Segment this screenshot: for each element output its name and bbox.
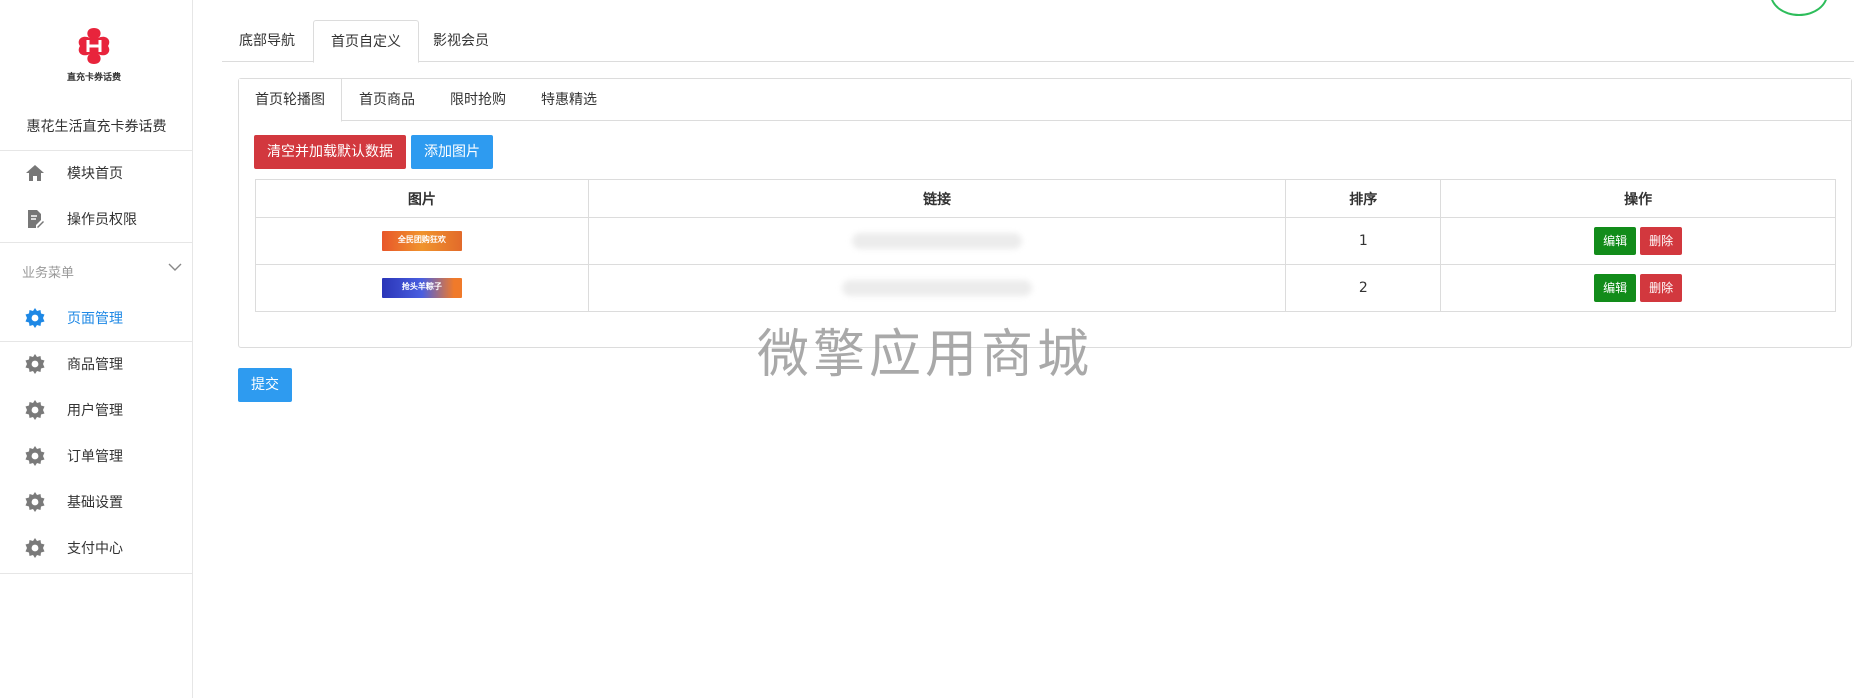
tab-special-offers[interactable]: 特惠精选 bbox=[525, 79, 613, 121]
sidebar: 直充卡券话费 惠花生活直充卡券话费 模块首页 操作员权限 业务菜单 页面管理 商… bbox=[0, 0, 193, 698]
column-header-image: 图片 bbox=[255, 179, 589, 218]
banner-thumbnail-text: 全民团购狂欢 bbox=[397, 235, 446, 244]
sort-cell: 1 bbox=[1285, 217, 1442, 265]
sidebar-item-page-management[interactable]: 页面管理 bbox=[0, 296, 193, 340]
sidebar-item-label: 页面管理 bbox=[67, 311, 123, 327]
gear-icon bbox=[24, 399, 46, 421]
actions-cell: 编辑 删除 bbox=[1440, 264, 1836, 312]
sidebar-item-label: 操作员权限 bbox=[67, 212, 137, 228]
sidebar-item-label: 基础设置 bbox=[67, 495, 123, 511]
sidebar-item-label: 支付中心 bbox=[67, 541, 123, 557]
sidebar-item-basic-settings[interactable]: 基础设置 bbox=[0, 480, 193, 524]
edit-button[interactable]: 编辑 bbox=[1594, 227, 1637, 255]
sidebar-divider bbox=[0, 573, 193, 574]
gear-icon bbox=[24, 491, 46, 513]
home-icon bbox=[24, 162, 46, 184]
edit-button[interactable]: 编辑 bbox=[1594, 274, 1637, 302]
tab-bottom-navigation[interactable]: 底部导航 bbox=[222, 20, 312, 62]
logo-text: 直充卡券话费 bbox=[66, 73, 121, 83]
sidebar-item-label: 用户管理 bbox=[67, 403, 123, 419]
status-badge bbox=[1770, 0, 1828, 16]
document-edit-icon bbox=[24, 208, 46, 230]
sort-cell: 2 bbox=[1285, 264, 1442, 312]
section-title-business: 业务菜单 bbox=[22, 266, 75, 281]
column-header-link: 链接 bbox=[587, 179, 1287, 218]
tab-homepage-carousel[interactable]: 首页轮播图 bbox=[239, 79, 342, 122]
gear-icon bbox=[24, 307, 46, 329]
banner-thumbnail-text: 抢头羊粽子 bbox=[401, 282, 442, 291]
redacted-link bbox=[842, 280, 1033, 296]
app-name: 惠花生活直充卡券话费 bbox=[26, 119, 167, 135]
sidebar-item-operator-permissions[interactable]: 操作员权限 bbox=[0, 197, 193, 241]
add-image-button[interactable]: 添加图片 bbox=[411, 135, 493, 169]
tab-video-membership[interactable]: 影视会员 bbox=[416, 20, 506, 62]
gear-icon bbox=[24, 353, 46, 375]
content-panel: 首页轮播图 首页商品 限时抢购 特惠精选 清空并加载默认数据 添加图片 图片 链… bbox=[238, 78, 1852, 348]
redacted-link bbox=[852, 233, 1023, 249]
column-header-actions: 操作 bbox=[1440, 179, 1836, 218]
sidebar-divider bbox=[0, 242, 193, 243]
top-tab-bar: 底部导航 首页自定义 影视会员 bbox=[222, 20, 1854, 63]
carousel-table: 图片 链接 排序 操作 全民团购狂欢 1 编辑 删除 抢头羊粽子 2 编辑 删除 bbox=[255, 179, 1836, 312]
table-row: 抢头羊粽子 2 编辑 删除 bbox=[255, 264, 1836, 312]
tab-flash-sale[interactable]: 限时抢购 bbox=[434, 79, 522, 121]
gear-icon bbox=[24, 445, 46, 467]
link-cell bbox=[587, 264, 1287, 312]
image-cell: 全民团购狂欢 bbox=[255, 217, 589, 265]
delete-button[interactable]: 删除 bbox=[1640, 274, 1683, 302]
logo: 直充卡券话费 bbox=[62, 24, 126, 94]
banner-thumbnail: 全民团购狂欢 bbox=[381, 231, 462, 251]
tab-homepage-products[interactable]: 首页商品 bbox=[343, 79, 431, 121]
sidebar-item-order-management[interactable]: 订单管理 bbox=[0, 434, 193, 478]
sidebar-item-label: 商品管理 bbox=[67, 357, 123, 373]
image-cell: 抢头羊粽子 bbox=[255, 264, 589, 312]
watermark: 微擎应用商城 bbox=[757, 325, 1094, 385]
delete-button[interactable]: 删除 bbox=[1640, 227, 1683, 255]
banner-thumbnail: 抢头羊粽子 bbox=[381, 278, 462, 298]
tab-homepage-custom[interactable]: 首页自定义 bbox=[313, 20, 419, 63]
gear-icon bbox=[24, 537, 46, 559]
sidebar-item-label: 模块首页 bbox=[67, 166, 123, 182]
chevron-down-icon[interactable] bbox=[168, 260, 182, 276]
inner-tab-bar: 首页轮播图 首页商品 限时抢购 特惠精选 bbox=[239, 79, 1851, 122]
table-row: 全民团购狂欢 1 编辑 删除 bbox=[255, 217, 1836, 265]
link-cell bbox=[587, 217, 1287, 265]
logo-mark-icon bbox=[78, 28, 110, 64]
sidebar-item-label: 订单管理 bbox=[67, 449, 123, 465]
sidebar-item-user-management[interactable]: 用户管理 bbox=[0, 388, 193, 432]
sidebar-item-payment-center[interactable]: 支付中心 bbox=[0, 526, 193, 570]
sidebar-item-product-management[interactable]: 商品管理 bbox=[0, 342, 193, 386]
submit-button[interactable]: 提交 bbox=[238, 368, 292, 402]
column-header-sort: 排序 bbox=[1285, 179, 1442, 218]
actions-cell: 编辑 删除 bbox=[1440, 217, 1836, 265]
sidebar-item-module-home[interactable]: 模块首页 bbox=[0, 151, 193, 195]
reset-default-data-button[interactable]: 清空并加载默认数据 bbox=[254, 135, 406, 169]
table-header-row: 图片 链接 排序 操作 bbox=[255, 179, 1836, 218]
